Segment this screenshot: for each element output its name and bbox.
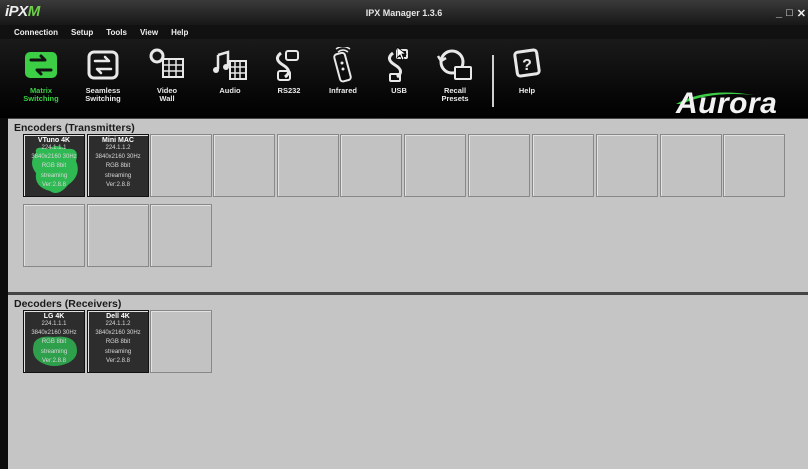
title-bar: iPXM IPX Manager 1.3.6 _ □ ✕	[0, 0, 808, 25]
empty-encoder-slot[interactable]	[150, 134, 212, 197]
decoders-title: Decoders (Receivers)	[14, 298, 122, 310]
device-ip: 224.1.1.2	[105, 145, 131, 151]
encoder-tile-mini-mac[interactable]: Mini MAC 224.1.1.2 3840x2160 30Hz RGB 8b…	[87, 134, 149, 197]
menu-connection[interactable]: Connection	[14, 28, 58, 37]
device-color-depth: RGB 8bit	[41, 163, 67, 170]
menu-bar: Connection Setup Tools View Help	[0, 25, 808, 39]
decoder-tile-lg-4k[interactable]: LG 4K 224.1.1.1 3840x2160 30Hz RGB 8bit …	[23, 310, 85, 373]
seamless-switching-icon	[87, 50, 119, 80]
device-status: streaming	[40, 172, 68, 179]
device-ip: 224.1.1.1	[41, 145, 67, 151]
matrix-switching-icon	[25, 52, 57, 78]
audio-label: Audio	[219, 86, 241, 95]
brand-logo: Aurora	[676, 87, 778, 120]
device-resolution: 3840x2160 30Hz	[95, 154, 141, 161]
video-wall-icon	[149, 48, 184, 78]
device-name: Dell 4K	[106, 313, 130, 320]
window-title: IPX Manager 1.3.6	[365, 8, 443, 18]
infrared-remote-icon	[333, 47, 352, 83]
device-panels: Encoders (Transmitters) VTuno 4K 224.1.1…	[8, 118, 808, 469]
menu-setup[interactable]: Setup	[71, 28, 93, 37]
device-name: LG 4K	[43, 313, 65, 320]
close-button[interactable]: ✕	[797, 7, 806, 20]
device-ip: 224.1.1.1	[41, 321, 67, 327]
device-version: Ver:2.8.8	[105, 357, 131, 364]
device-status: streaming	[104, 348, 132, 355]
device-status: streaming	[104, 172, 132, 179]
decoder-tile-dell-4k[interactable]: Dell 4K 224.1.1.2 3840x2160 30Hz RGB 8bi…	[87, 310, 149, 373]
device-resolution: 3840x2160 30Hz	[31, 330, 77, 337]
device-version: Ver:2.8.8	[41, 357, 67, 364]
device-resolution: 3840x2160 30Hz	[95, 330, 141, 337]
device-info: VTuno 4K 224.1.1.1 3840x2160 30Hz RGB 8b…	[24, 135, 84, 190]
recall-presets-icon	[436, 49, 472, 80]
device-name: VTuno 4K	[37, 137, 71, 144]
menu-help[interactable]: Help	[171, 28, 188, 37]
seamless-switching-button[interactable]: Seamless Switching	[70, 47, 136, 103]
device-name: Mini MAC	[102, 137, 134, 144]
rs232-icon	[276, 50, 299, 81]
help-button[interactable]: ? Help	[494, 47, 560, 95]
maximize-button[interactable]: □	[786, 7, 793, 20]
recall-presets-label: Recall Presets	[441, 86, 469, 103]
device-color-depth: RGB 8bit	[41, 339, 67, 346]
device-version: Ver:2.8.8	[105, 181, 131, 188]
video-wall-label: Video Wall	[156, 86, 178, 103]
empty-encoder-slot[interactable]	[532, 134, 594, 197]
device-info: LG 4K 224.1.1.1 3840x2160 30Hz RGB 8bit …	[24, 311, 84, 366]
empty-encoder-slot[interactable]	[87, 204, 149, 267]
empty-encoder-slot[interactable]	[404, 134, 466, 197]
decoders-panel: Decoders (Receivers) LG 4K 224.1.1.1 384…	[8, 294, 808, 469]
audio-button[interactable]: Audio	[197, 47, 263, 95]
mouse-cursor-icon	[397, 47, 407, 61]
empty-encoder-slot[interactable]	[723, 134, 785, 197]
encoders-panel: Encoders (Transmitters) VTuno 4K 224.1.1…	[8, 118, 808, 294]
device-ip: 224.1.1.2	[105, 321, 131, 327]
rs232-label: RS232	[277, 86, 301, 95]
device-status: streaming	[40, 348, 68, 355]
svg-text:?: ?	[522, 57, 532, 74]
empty-encoder-slot[interactable]	[596, 134, 658, 197]
empty-encoder-slot[interactable]	[277, 134, 339, 197]
matrix-switching-label: Matrix Switching	[23, 86, 59, 103]
empty-encoder-slot[interactable]	[150, 204, 212, 267]
audio-icon	[213, 50, 247, 80]
infrared-label: Infrared	[329, 86, 357, 95]
help-icon: ?	[513, 48, 541, 78]
seamless-switching-label: Seamless Switching	[85, 86, 121, 103]
empty-encoder-slot[interactable]	[340, 134, 402, 197]
device-info: Dell 4K 224.1.1.2 3840x2160 30Hz RGB 8bi…	[88, 311, 148, 366]
empty-encoder-slot[interactable]	[468, 134, 530, 197]
recall-presets-button[interactable]: Recall Presets	[422, 47, 488, 103]
window-controls: _ □ ✕	[776, 7, 806, 20]
encoders-title: Encoders (Transmitters)	[14, 122, 135, 134]
device-color-depth: RGB 8bit	[105, 163, 131, 170]
empty-encoder-slot[interactable]	[213, 134, 275, 197]
empty-encoder-slot[interactable]	[23, 204, 85, 267]
usb-label: USB	[391, 86, 407, 95]
minimize-button[interactable]: _	[776, 7, 782, 20]
device-resolution: 3840x2160 30Hz	[31, 154, 77, 161]
empty-decoder-slot[interactable]	[150, 310, 212, 373]
empty-encoder-slot[interactable]	[660, 134, 722, 197]
matrix-switching-button[interactable]: Matrix Switching	[8, 47, 74, 103]
video-wall-button[interactable]: Video Wall	[134, 47, 200, 103]
device-color-depth: RGB 8bit	[105, 339, 131, 346]
help-label: Help	[518, 86, 536, 95]
menu-view[interactable]: View	[140, 28, 158, 37]
encoder-tile-vtuno-4k[interactable]: VTuno 4K 224.1.1.1 3840x2160 30Hz RGB 8b…	[23, 134, 85, 197]
menu-tools[interactable]: Tools	[106, 28, 127, 37]
device-info: Mini MAC 224.1.1.2 3840x2160 30Hz RGB 8b…	[88, 135, 148, 190]
device-version: Ver:2.8.8	[41, 181, 67, 188]
